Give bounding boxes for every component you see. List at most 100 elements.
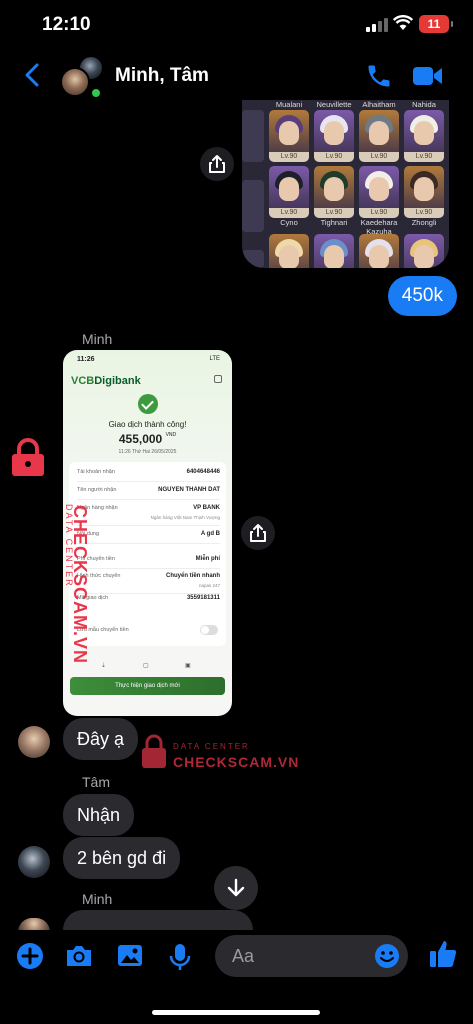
watermark-big-text: CHECKSCAM.VN <box>173 754 300 770</box>
character-name: Mualani <box>275 100 303 109</box>
receipt-row: Nội dung A gd B <box>77 531 220 537</box>
divider <box>77 543 220 544</box>
signal-icon <box>366 18 388 32</box>
character-card: Lv.90 Zhongli <box>403 166 445 238</box>
wifi-icon <box>393 15 413 30</box>
receipt-status-network: LTE <box>209 356 220 362</box>
divider <box>77 593 220 594</box>
group-avatar[interactable] <box>60 55 106 101</box>
gift-icon: ▣ <box>185 663 191 669</box>
share-button[interactable] <box>241 516 275 550</box>
transaction-status: Giao dịch thành công! <box>108 420 187 429</box>
receipt-row: Phí chuyển tiền Miễn phí <box>77 556 220 562</box>
photo-gallery-icon[interactable] <box>116 942 144 970</box>
character-portrait: Lv.80 <box>359 234 399 268</box>
character-level: Lv.90 <box>404 208 444 218</box>
logo-text: Digibank <box>94 375 141 387</box>
outgoing-message[interactable]: 450k <box>387 276 457 316</box>
shared-image-characters[interactable]: Mualani Lv.90 Neuvillette Lv.90 Alhaitham Lv.… <box>242 100 449 268</box>
share-icon <box>250 524 266 542</box>
avatar[interactable] <box>18 846 50 878</box>
phone-call-icon[interactable] <box>365 62 393 90</box>
receipt-status-time: 11:26 <box>77 356 95 363</box>
character-portrait: Lv.90 <box>359 110 399 162</box>
thumbs-up-icon[interactable] <box>428 938 458 970</box>
message-placeholder: Aa <box>232 946 255 966</box>
success-check-icon <box>138 394 158 414</box>
save-template-toggle <box>200 625 218 635</box>
logo-text: VCB <box>71 375 95 387</box>
avatar[interactable] <box>18 726 50 758</box>
character-name: Nahida <box>412 100 436 109</box>
receipt-row-value: 6404648446 <box>186 469 220 475</box>
character-card: Mualani Lv.90 <box>268 100 310 162</box>
watermark-big-text: CHECKSCAM.VN <box>70 505 90 665</box>
receipt-row-value: 3559181311 <box>186 595 220 601</box>
new-transaction-button: Thực hiện giao dịch mới <box>70 677 225 695</box>
amount-value: 455,000 <box>118 432 163 446</box>
character-card: Lv.80Sangonomi ya Kokomi <box>358 234 400 268</box>
transaction-date: 11:26 Thứ Hai 26/05/2025 <box>118 449 177 455</box>
back-chevron-icon[interactable] <box>22 62 42 88</box>
amount-currency: VND <box>165 432 177 438</box>
character-portrait: Lv.90 <box>269 110 309 162</box>
message-input[interactable]: Aa <box>215 935 408 977</box>
receipt-row: Mã giao dịch 3559181311 <box>77 595 220 601</box>
vcb-logo: VCBDigibank <box>71 375 141 387</box>
divider <box>77 481 220 482</box>
receipt-row-value: Miễn phí <box>195 556 220 562</box>
character-level: Lv.90 <box>269 208 309 218</box>
character-level: Lv.90 <box>314 208 354 218</box>
arrow-down-icon <box>227 878 245 897</box>
receipt-row: Tài khoản nhận 6404648446 <box>77 469 220 475</box>
receipt-row-value: Chuyển tiền nhanh <box>166 573 220 579</box>
receipt-row-value: VP BANK <box>193 505 220 511</box>
microphone-icon[interactable] <box>168 942 192 972</box>
character-portrait: Lv.90 <box>404 166 444 218</box>
plus-icon[interactable] <box>16 942 44 970</box>
camera-icon[interactable] <box>64 942 94 970</box>
character-name: Alhaitham <box>362 100 396 109</box>
character-portrait: Lv.80 <box>269 234 309 268</box>
gallery-icon: ▢ <box>143 663 149 669</box>
home-icon <box>214 375 222 383</box>
character-card: Lv.80Kamisato Ayato <box>313 234 355 268</box>
receipt-row-label: Tên người nhận <box>77 487 117 493</box>
character-portrait: Lv.90 <box>404 110 444 162</box>
receipt-row-value: A gd B <box>200 531 220 537</box>
chat-title[interactable]: Minh, Tâm <box>115 65 209 87</box>
share-button[interactable] <box>200 147 234 181</box>
character-portrait: Lv.80 <box>314 234 354 268</box>
receipt-row-subvalue: napas 247 <box>198 583 220 588</box>
character-portrait: Lv.90 <box>314 110 354 162</box>
character-name: Neuvillette <box>316 100 352 109</box>
character-card: Nahida Lv.90 <box>403 100 445 162</box>
battery-icon: 11 <box>419 15 453 33</box>
receipt-row: Tên người nhận NGUYEN THANH DAT <box>77 487 220 493</box>
character-portrait: Lv.80 <box>404 234 444 268</box>
character-level: Lv.90 <box>359 208 399 218</box>
scroll-to-bottom-button[interactable] <box>214 866 258 910</box>
character-card: Lv.90 Cyno <box>268 166 310 238</box>
character-portrait: Lv.90 <box>269 166 309 218</box>
character-level: Lv.90 <box>314 152 354 162</box>
video-call-icon[interactable] <box>412 64 444 88</box>
online-status-dot <box>90 87 102 99</box>
receipt-details-card: Lưu mẫu chuyển tiền Tài khoản nhận 640464… <box>69 462 226 646</box>
incoming-message[interactable]: 2 bên gd đi <box>63 837 181 879</box>
character-card: Alhaitham Lv.90 <box>358 100 400 162</box>
character-card: Lv.90 Tighnari <box>313 166 355 238</box>
character-card: Lv.80Xilonen <box>268 234 310 268</box>
image-edge-strip <box>242 110 264 162</box>
character-card: Lv.90 Kaedehara Kazuha <box>358 166 400 238</box>
incoming-message[interactable]: Nhận <box>63 794 135 836</box>
emoji-icon[interactable] <box>374 943 400 969</box>
divider <box>77 568 220 569</box>
receipt-row-subvalue: Ngân hàng Việt Nam Thịnh Vượng <box>150 515 220 520</box>
receipt-row: Hình thức chuyển Chuyển tiền nhanh napas 2… <box>77 573 220 588</box>
lock-icon <box>142 734 166 768</box>
home-indicator <box>152 1010 320 1015</box>
incoming-message[interactable]: Đây ạ <box>63 718 139 760</box>
sender-name: Minh <box>82 891 113 907</box>
divider <box>77 525 220 526</box>
